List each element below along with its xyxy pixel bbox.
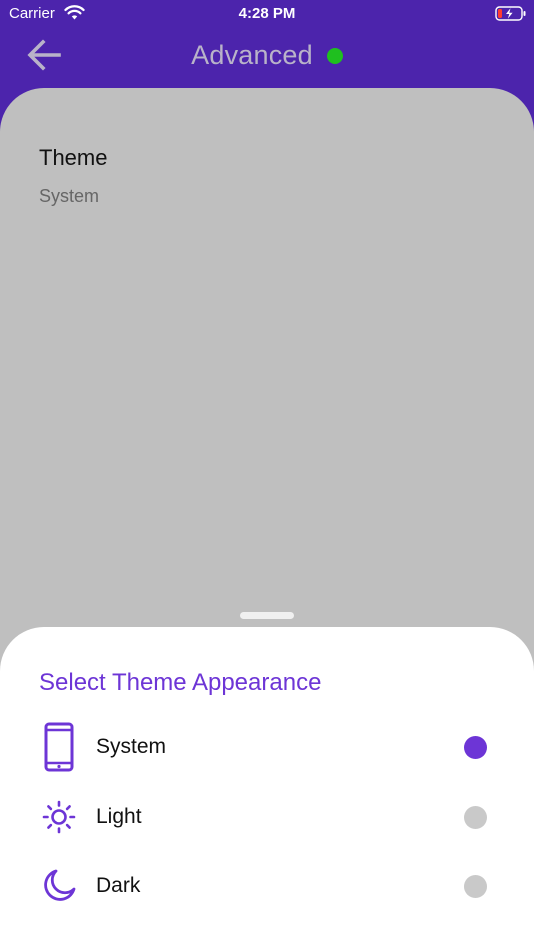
sheet-title: Select Theme Appearance	[39, 669, 322, 696]
header-title-group: Advanced	[0, 36, 534, 74]
theme-option-label: System	[96, 735, 167, 758]
theme-option-label: Dark	[96, 874, 141, 897]
smartphone-icon	[39, 722, 79, 772]
theme-option-system[interactable]: System	[0, 717, 534, 777]
status-time: 4:28 PM	[238, 5, 296, 22]
radio-unselected[interactable]	[464, 806, 487, 829]
app-header: Advanced	[0, 28, 534, 88]
setting-theme-value: System	[39, 186, 100, 206]
theme-option-light[interactable]: Light	[0, 787, 534, 847]
status-bar: Carrier 4:28 PM	[0, 0, 534, 28]
setting-theme[interactable]: Theme System	[39, 144, 479, 214]
sun-icon	[39, 793, 79, 841]
sheet-drag-handle[interactable]	[240, 612, 294, 619]
moon-icon	[39, 862, 79, 910]
theme-option-label: Light	[96, 805, 142, 828]
connection-status-dot	[326, 47, 343, 64]
battery-charging-icon	[495, 6, 526, 21]
radio-selected[interactable]	[464, 736, 487, 759]
theme-bottom-sheet: Select Theme Appearance System Light Dar…	[0, 627, 534, 950]
page-title: Advanced	[191, 40, 313, 70]
setting-theme-title: Theme	[39, 145, 108, 170]
radio-unselected[interactable]	[464, 875, 487, 898]
theme-option-dark[interactable]: Dark	[0, 856, 534, 916]
